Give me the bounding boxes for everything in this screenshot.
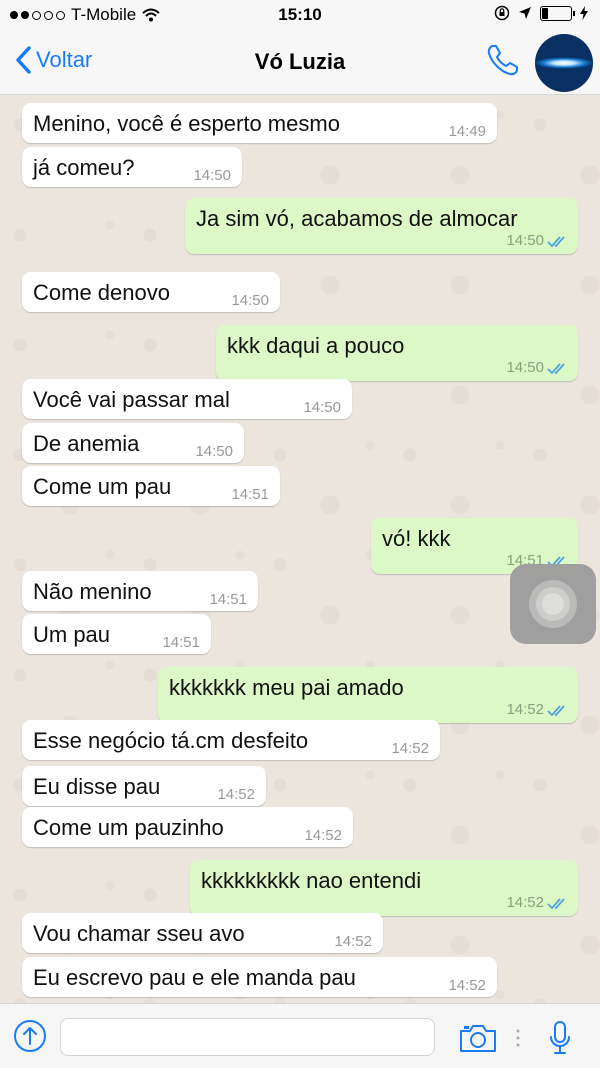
incoming-message[interactable]: Não menino 14:51	[22, 571, 258, 611]
message-text: Eu disse pau	[33, 774, 161, 799]
message-list[interactable]: Menino, você é esperto mesmo 14:49 já come…	[0, 95, 600, 1003]
incoming-message[interactable]: Esse negócio tá.cm desfeito 14:52	[22, 720, 440, 760]
outgoing-message[interactable]: kkk daqui a pouco 14:50	[216, 325, 578, 381]
message-text: Um pau	[33, 622, 111, 647]
message-time: 14:52	[334, 933, 372, 950]
message-text: Come denovo	[33, 280, 170, 305]
message-time: 14:52	[448, 977, 486, 994]
message-time: 14:50	[506, 232, 544, 249]
message-time: 14:52	[391, 740, 429, 757]
message-text: Não menino	[33, 579, 152, 604]
message-time: 14:50	[231, 292, 269, 309]
chat-header: Voltar Vó Luzia	[0, 30, 600, 95]
message-text: Come um pauzinho	[33, 815, 224, 840]
separator-dots-icon	[516, 1029, 520, 1047]
incoming-message[interactable]: Come um pau 14:51	[22, 466, 280, 506]
message-text: já comeu?	[33, 155, 135, 180]
incoming-message[interactable]: Vou chamar sseu avo 14:52	[22, 913, 383, 953]
incoming-message[interactable]: Você vai passar mal 14:50	[22, 379, 352, 419]
incoming-message[interactable]: Menino, você é esperto mesmo 14:49	[22, 103, 497, 143]
message-text: Eu escrevo pau e ele manda pau	[33, 965, 356, 990]
message-text: Vou chamar sseu avo	[33, 921, 245, 946]
message-text: Menino, você é esperto mesmo	[33, 111, 340, 136]
message-text: kkk daqui a pouco	[227, 333, 405, 358]
location-arrow-icon	[519, 7, 531, 19]
message-text: kkkkkkk meu pai amado	[169, 675, 404, 700]
incoming-message[interactable]: Come denovo 14:50	[22, 272, 280, 312]
message-text: Ja sim vó, acabamos de almocar	[196, 206, 518, 231]
status-bar: T-Mobile 15:10	[0, 0, 600, 30]
incoming-message[interactable]: De anemia 14:50	[22, 423, 244, 463]
incoming-message[interactable]: Come um pauzinho 14:52	[22, 807, 353, 847]
phone-icon[interactable]	[485, 42, 521, 78]
battery-level	[542, 7, 548, 19]
message-time: 14:52	[304, 827, 342, 844]
assistive-touch-icon[interactable]	[510, 564, 596, 644]
message-time: 14:50	[193, 167, 231, 184]
message-time: 14:51	[209, 591, 247, 608]
message-time: 14:50	[506, 359, 544, 376]
charging-bolt-icon	[580, 6, 588, 20]
incoming-message[interactable]: já comeu? 14:50	[22, 147, 242, 187]
incoming-message[interactable]: Eu escrevo pau e ele manda pau 14:52	[22, 957, 497, 997]
message-text: De anemia	[33, 431, 140, 456]
incoming-message[interactable]: Eu disse pau 14:52	[22, 766, 266, 806]
outgoing-message[interactable]: kkkkkkk meu pai amado 14:52	[158, 667, 578, 723]
message-text: vó! kkk	[382, 526, 451, 551]
message-time: 14:52	[506, 701, 544, 718]
message-text: Você vai passar mal	[33, 387, 230, 412]
microphone-icon[interactable]	[548, 1020, 572, 1056]
message-time: 14:51	[231, 486, 269, 503]
camera-icon[interactable]	[458, 1022, 498, 1054]
upload-icon[interactable]	[13, 1019, 47, 1053]
outgoing-message[interactable]: Ja sim vó, acabamos de almocar 14:50	[185, 198, 578, 254]
status-right	[494, 5, 588, 21]
message-time: 14:52	[217, 786, 255, 803]
read-receipt-icon	[547, 705, 565, 717]
incoming-message[interactable]: Um pau 14:51	[22, 614, 211, 654]
message-text: kkkkkkkkk nao entendi	[201, 868, 422, 893]
message-time: 14:50	[195, 443, 233, 460]
message-time: 14:52	[506, 894, 544, 911]
read-receipt-icon	[547, 898, 565, 910]
assistive-touch-ring	[542, 593, 564, 615]
read-receipt-icon	[547, 363, 565, 375]
message-time: 14:51	[162, 634, 200, 651]
message-time: 14:49	[448, 123, 486, 140]
message-input[interactable]	[60, 1018, 435, 1056]
rotation-lock-icon	[494, 5, 510, 21]
message-text: Come um pau	[33, 474, 172, 499]
read-receipt-icon	[547, 236, 565, 248]
message-text: Esse negócio tá.cm desfeito	[33, 728, 309, 753]
composer-bar	[0, 1003, 600, 1068]
battery-icon	[540, 5, 575, 21]
outgoing-message[interactable]: kkkkkkkkk nao entendi 14:52	[190, 860, 578, 916]
message-time: 14:50	[303, 399, 341, 416]
contact-avatar[interactable]	[535, 34, 593, 92]
